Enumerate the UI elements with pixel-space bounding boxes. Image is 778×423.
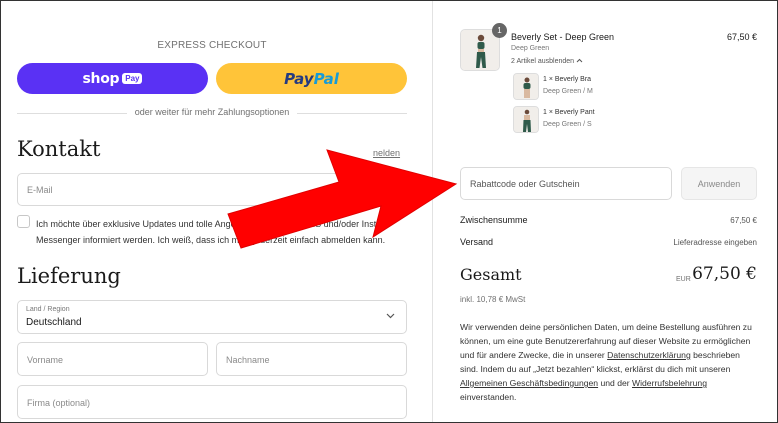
tax-note: inkl. 10,78 € MwSt xyxy=(460,295,526,304)
last-name-placeholder: Nachname xyxy=(226,355,270,365)
discount-code-input[interactable]: Rabattcode oder Gutschein xyxy=(460,167,672,200)
last-name-field[interactable]: Nachname xyxy=(216,342,407,376)
contact-heading: Kontakt xyxy=(17,137,101,161)
payment-options-divider: oder weiter für mehr Zahlungsoptionen xyxy=(17,106,407,120)
withdrawal-link[interactable]: Widerrufsbelehrung xyxy=(632,378,707,388)
divider-text: oder weiter für mehr Zahlungsoptionen xyxy=(134,107,290,117)
paypal-logo-part1: Pay xyxy=(284,69,314,88)
marketing-consent-text: Ich möchte über exklusive Updates und to… xyxy=(36,219,389,245)
sub-item-image xyxy=(513,106,539,133)
sub-item-name: 1 × Beverly Bra xyxy=(543,76,592,83)
sub-item-variant: Deep Green / S xyxy=(543,121,592,128)
checkout-page: EXPRESS CHECKOUT shop Pay Pay Pal oder we… xyxy=(0,0,778,423)
sub-item-name: 1 × Beverly Pant xyxy=(543,109,595,116)
shop-pay-button[interactable]: shop Pay xyxy=(17,63,208,94)
email-placeholder: E-Mail xyxy=(27,185,53,195)
terms-link[interactable]: Allgemeinen Geschäftsbedingungen xyxy=(460,378,598,388)
product-price: 67,50 € xyxy=(726,32,757,42)
privacy-policy-link[interactable]: Datenschutzerklärung xyxy=(607,350,691,360)
marketing-consent-checkbox[interactable] xyxy=(17,215,30,228)
product-variant: Deep Green xyxy=(511,45,550,52)
product-name: Beverly Set - Deep Green xyxy=(511,32,615,42)
hide-items-toggle[interactable]: 2 Artikel ausblenden xyxy=(511,58,583,65)
chevron-down-icon xyxy=(386,311,395,322)
shipping-value: Lieferadresse eingeben xyxy=(673,238,757,247)
first-name-placeholder: Vorname xyxy=(27,355,64,365)
first-name-field[interactable]: Vorname xyxy=(17,342,208,376)
chevron-up-icon xyxy=(576,58,583,65)
subtotal-value: 67,50 € xyxy=(730,216,757,225)
company-placeholder: Firma (optional) xyxy=(27,398,91,408)
checkout-form-column: EXPRESS CHECKOUT shop Pay Pay Pal oder we… xyxy=(1,1,432,422)
delivery-heading: Lieferung xyxy=(17,264,121,288)
country-value: Deutschland xyxy=(26,317,82,328)
paypal-logo-part2: Pal xyxy=(313,69,339,88)
total-value: 67,50 € xyxy=(692,264,757,284)
order-summary-column: 1 Beverly Set - Deep Green Deep Green 2 … xyxy=(432,1,777,422)
company-field[interactable]: Firma (optional) xyxy=(17,385,407,419)
country-label: Land / Region xyxy=(26,306,70,313)
email-field[interactable]: E-Mail xyxy=(17,173,407,206)
paypal-button[interactable]: Pay Pal xyxy=(216,63,407,94)
hide-items-label: 2 Artikel ausblenden xyxy=(511,58,575,65)
subtotal-label: Zwischensumme xyxy=(460,215,528,225)
express-checkout-title: EXPRESS CHECKOUT xyxy=(157,40,267,51)
discount-placeholder: Rabattcode oder Gutschein xyxy=(470,179,580,189)
total-label: Gesamt xyxy=(460,265,522,284)
shop-pay-logo-text: shop xyxy=(82,70,120,87)
apply-discount-button[interactable]: Anwenden xyxy=(681,167,757,200)
shop-pay-badge: Pay xyxy=(122,73,143,84)
shipping-label: Versand xyxy=(460,237,494,247)
country-select[interactable]: Land / Region Deutschland xyxy=(17,300,407,334)
quantity-badge: 1 xyxy=(492,23,507,38)
sub-item-image xyxy=(513,73,539,100)
login-link[interactable]: nelden xyxy=(373,148,400,158)
sub-item-variant: Deep Green / M xyxy=(543,88,593,95)
total-currency: EUR xyxy=(676,276,691,283)
legal-notice: Wir verwenden deine persönlichen Daten, … xyxy=(460,322,752,402)
